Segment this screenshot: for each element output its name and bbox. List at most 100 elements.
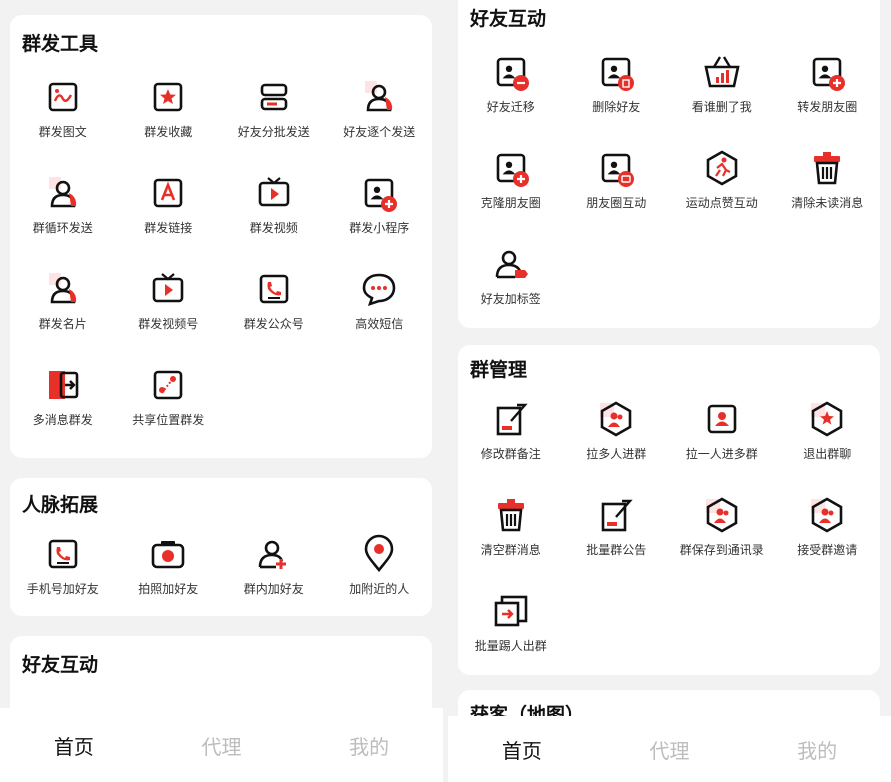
star-box-icon xyxy=(153,82,183,112)
link-a-icon xyxy=(153,178,183,208)
tool-tile[interactable]: 群发公众号 xyxy=(221,259,327,355)
star-hexagon-icon xyxy=(811,401,843,437)
tool-tile[interactable]: 拍照加好友 xyxy=(116,524,222,620)
tool-label: 批量群公告 xyxy=(586,543,647,557)
tool-label: 拉多人进群 xyxy=(586,447,647,461)
tool-label: 转发朋友圈 xyxy=(797,100,858,114)
tool-tile[interactable]: 克隆朋友圈 xyxy=(458,138,564,234)
tool-label: 修改群备注 xyxy=(480,447,541,461)
tab-home[interactable]: 首页 xyxy=(448,735,596,764)
edit-note-icon xyxy=(601,499,633,532)
tool-label: 群发链接 xyxy=(144,221,193,235)
tool-label: 群发视频号 xyxy=(138,317,199,331)
tool-tile[interactable]: 群保存到通讯录 xyxy=(669,485,775,581)
tool-label: 手机号加好友 xyxy=(26,582,99,596)
tool-label: 群循环发送 xyxy=(32,221,93,235)
tool-tile[interactable]: 接受群邀请 xyxy=(775,485,881,581)
tool-tile[interactable]: 群发图文 xyxy=(10,67,116,163)
tool-label: 拉一人进多群 xyxy=(685,447,758,461)
group-hexagon-icon xyxy=(600,401,632,437)
tool-tile[interactable]: 群发视频号 xyxy=(116,259,222,355)
tool-tile[interactable]: 批量踢人出群 xyxy=(458,581,564,677)
tool-label: 群发视频 xyxy=(249,221,298,235)
mass-send-grid: 群发图文 群发收藏 好友分批发送 好友逐个发送群循环发送 群发链接 群发视频 群发小程序群发… xyxy=(10,67,432,451)
tool-tile[interactable]: 群发链接 xyxy=(116,163,222,259)
video-tv-icon xyxy=(258,177,290,207)
phone-card-icon xyxy=(48,539,78,569)
tool-label: 接受群邀请 xyxy=(797,543,858,557)
tab-home[interactable]: 首页 xyxy=(0,731,148,760)
bottom-tab-bar: 首页 代理 我的 xyxy=(448,716,891,782)
tab-agent[interactable]: 代理 xyxy=(148,731,296,760)
user-tag-icon xyxy=(495,250,528,279)
tool-label: 清除未读消息 xyxy=(791,196,864,210)
group-management-grid: 修改群备注 拉多人进群 拉一人进多群 退出群聊清空群消息 批量群公告 群保存到通讯录 接受群… xyxy=(458,389,880,677)
section-title: 好友互动 xyxy=(22,654,99,676)
tool-tile[interactable]: 群循环发送 xyxy=(10,163,116,259)
contact-add-icon xyxy=(364,178,398,212)
tool-label: 退出群聊 xyxy=(803,447,852,461)
tool-tile[interactable]: 群发视频 xyxy=(221,163,327,259)
tool-label: 清空群消息 xyxy=(480,543,541,557)
tab-mine[interactable]: 我的 xyxy=(743,735,891,764)
tab-mine[interactable]: 我的 xyxy=(295,731,443,760)
tool-tile[interactable]: 看谁删了我 xyxy=(669,42,775,138)
tool-label: 共享位置群发 xyxy=(132,413,205,427)
tool-tile[interactable]: 拉多人进群 xyxy=(564,389,670,485)
contact-sync-icon xyxy=(601,153,635,187)
tool-tile[interactable]: 群发名片 xyxy=(10,259,116,355)
tool-label: 多消息群发 xyxy=(32,413,93,427)
user-icon xyxy=(48,273,76,304)
tool-tile[interactable]: 好友分批发送 xyxy=(221,67,327,163)
chat-bubble-icon xyxy=(362,273,396,307)
group-hexagon-icon xyxy=(705,497,738,533)
tool-tile[interactable]: 删除好友 xyxy=(564,42,670,138)
tool-tile[interactable]: 群内加好友 xyxy=(221,524,327,620)
tool-label: 高效短信 xyxy=(355,317,404,331)
tool-label: 运动点赞互动 xyxy=(685,196,758,210)
tab-agent[interactable]: 代理 xyxy=(596,735,744,764)
tool-tile[interactable]: 批量群公告 xyxy=(564,485,670,581)
tool-label: 群内加好友 xyxy=(243,582,304,596)
tool-tile[interactable]: 群发小程序 xyxy=(327,163,433,259)
basket-chart-icon xyxy=(704,56,740,88)
tool-label: 好友分批发送 xyxy=(237,125,310,139)
edit-note-icon xyxy=(496,403,528,436)
tool-tile[interactable]: 退出群聊 xyxy=(775,389,881,485)
kick-copy-icon xyxy=(494,595,528,627)
user-icon xyxy=(48,177,76,208)
friend-interaction-card: 好友互动 好友迁移 删除好友 看谁删了我 转发朋友圈 克隆朋友圈 朋友圈互动 运动点赞互动 清… xyxy=(458,0,880,328)
tool-label: 加附近的人 xyxy=(349,582,410,596)
tool-tile[interactable]: 转发朋友圈 xyxy=(775,42,881,138)
tool-label: 好友逐个发送 xyxy=(343,125,416,139)
tool-tile[interactable]: 好友逐个发送 xyxy=(327,67,433,163)
map-pin-card-icon xyxy=(153,370,183,400)
tool-tile[interactable]: 多消息群发 xyxy=(10,355,116,451)
tool-tile[interactable]: 共享位置群发 xyxy=(116,355,222,451)
tool-label: 群发公众号 xyxy=(243,317,304,331)
group-management-card: 群管理 修改群备注 拉多人进群 拉一人进多群 退出群聊清空群消息 批量群公告 群保存到通讯… xyxy=(458,345,880,675)
tool-tile[interactable]: 清除未读消息 xyxy=(775,138,881,234)
tool-label: 好友迁移 xyxy=(486,100,535,114)
tool-tile[interactable]: 好友迁移 xyxy=(458,42,564,138)
trash-icon xyxy=(814,152,841,185)
tool-tile[interactable]: 运动点赞互动 xyxy=(669,138,775,234)
contact-add-icon xyxy=(496,153,529,187)
tool-tile[interactable]: 修改群备注 xyxy=(458,389,564,485)
tool-label: 看谁删了我 xyxy=(691,100,752,114)
tool-label: 删除好友 xyxy=(592,100,641,114)
friend-interaction-grid: 好友迁移 删除好友 看谁删了我 转发朋友圈克隆朋友圈 朋友圈互动 运动点赞互动 清除未读消息… xyxy=(458,42,880,330)
tool-label: 群发收藏 xyxy=(144,125,193,139)
tool-tile[interactable]: 清空群消息 xyxy=(458,485,564,581)
tool-tile[interactable]: 高效短信 xyxy=(327,259,433,355)
tool-tile[interactable]: 朋友圈互动 xyxy=(564,138,670,234)
tool-tile[interactable]: 加附近的人 xyxy=(327,524,433,620)
tool-tile[interactable]: 手机号加好友 xyxy=(10,524,116,620)
video-tv-icon xyxy=(152,273,184,303)
tool-tile[interactable]: 拉一人进多群 xyxy=(669,389,775,485)
tool-tile[interactable]: 群发收藏 xyxy=(116,67,222,163)
right-screen: 好友互动 好友迁移 删除好友 看谁删了我 转发朋友圈 克隆朋友圈 朋友圈互动 运动点赞互动清… xyxy=(448,0,891,782)
tool-label: 批量踢人出群 xyxy=(474,639,547,653)
tool-tile[interactable]: 好友加标签 xyxy=(458,234,564,330)
section-title: 群管理 xyxy=(470,359,528,381)
